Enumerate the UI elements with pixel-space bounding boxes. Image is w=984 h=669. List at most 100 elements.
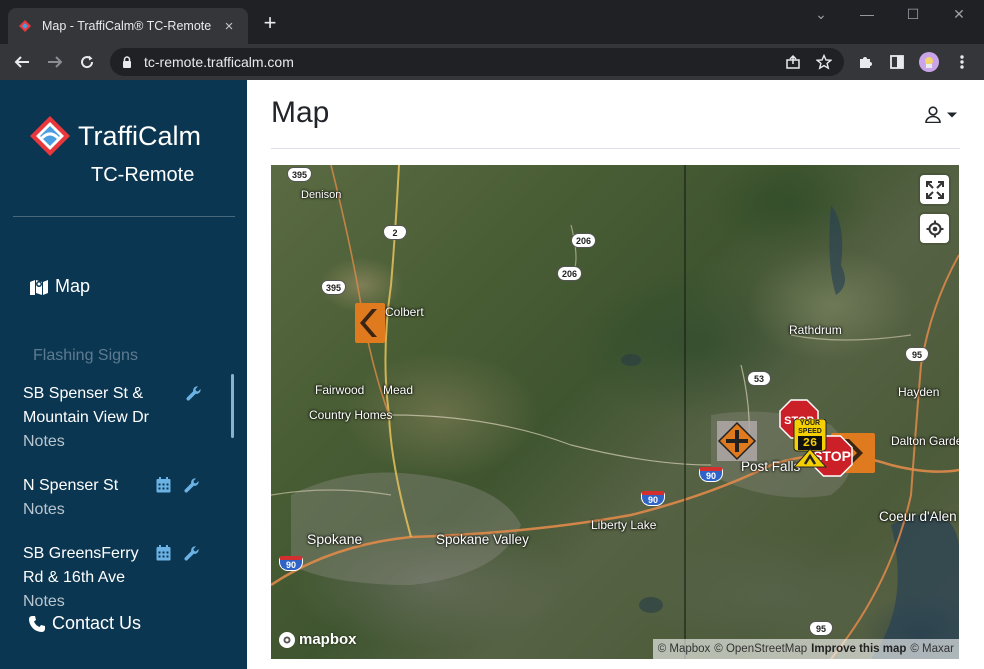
main-content: Map Denison Colbert Fairwood Mead Countr… [247,80,984,669]
user-menu-button[interactable] [925,106,958,123]
crossroad-warning-icon [717,421,757,461]
trafficalm-logo-icon [30,116,70,156]
mapbox-logo-icon [279,631,295,648]
browser-tab-strip: Map - TraffiCalm® TC-Remote × + ⌄ — ☐ ✕ [0,0,984,44]
contact-us-label: Contact Us [52,613,142,633]
route-shield: 395 [287,167,313,182]
map-label: Fairwood [315,383,365,397]
crossroad-sign-marker[interactable] [717,421,757,466]
trafficalm-favicon-icon [18,19,32,33]
browser-tab[interactable]: Map - TraffiCalm® TC-Remote × [8,8,248,44]
maximize-button[interactable]: ☐ [890,6,936,26]
forward-arrow-icon[interactable] [41,48,69,76]
wrench-icon[interactable] [184,477,200,493]
profile-avatar-icon[interactable] [916,49,942,75]
back-arrow-icon[interactable] [8,48,36,76]
extensions-puzzle-icon[interactable] [852,49,878,75]
tab-search-icon[interactable]: ⌄ [798,6,844,26]
page-title: Map [271,96,330,129]
map-icon [29,278,49,296]
map-label: Denison [301,189,342,201]
sidebar-item-label: Map [55,276,91,296]
share-icon[interactable] [780,49,806,75]
speed-sign-marker[interactable]: YOUR SPEED 26 [793,419,827,469]
route-shield: 95 [809,621,833,636]
chevron-left-sign-icon [355,303,385,343]
side-panel-icon[interactable] [884,49,910,75]
header-divider [271,148,960,149]
route-shield: 206 [557,266,583,281]
minimize-button[interactable]: — [844,6,890,26]
map-label: Coeur d'Alen [879,509,957,524]
map-attribution: © Mapbox © OpenStreetMap Improve this ma… [652,639,959,659]
speed-sign-label: YOUR [799,420,821,427]
sign-item[interactable]: SB Spenser St & Mountain View Dr Notes [23,382,223,454]
interstate-shield: 90 [641,491,665,506]
sidebar: TraffiCalm TC-Remote Map Flashing Signs … [0,80,247,669]
map-label: Spokane Valley [436,532,529,547]
sign-notes-link[interactable]: Notes [23,430,223,454]
speed-sign-label: SPEED [798,428,822,435]
sign-name-line2[interactable]: Mountain View Dr [23,406,223,430]
map-label: Dalton Garde [891,434,959,448]
sidebar-scrollbar[interactable] [231,374,234,438]
route-shield: 2 [383,225,407,240]
wrench-icon[interactable] [186,385,202,401]
crosshair-icon [926,220,943,237]
map-label: Colbert [385,305,424,319]
map-label: Country Homes [309,408,393,422]
map-label: Rathdrum [789,323,842,337]
improve-map-link[interactable]: Improve this map [811,643,906,655]
reload-icon[interactable] [73,48,101,76]
browser-menu-icon[interactable] [949,49,975,75]
attribution-osm-link[interactable]: © OpenStreetMap [714,643,807,655]
lock-icon [122,56,132,68]
product-name: TC-Remote [91,164,195,186]
calendar-icon[interactable] [156,477,171,493]
phone-icon [28,615,46,633]
map-label: Spokane [307,531,363,547]
map-label: Liberty Lake [591,518,657,532]
interstate-shield: 90 [279,556,303,571]
browser-toolbar: tc-remote.trafficalm.com [0,44,984,80]
mapbox-logo[interactable]: mapbox [279,631,357,648]
tab-title: Map - TraffiCalm® TC-Remote [42,19,212,33]
speed-value: 26 [802,436,818,450]
attribution-maxar-link[interactable]: © Maxar [910,643,954,655]
close-tab-icon[interactable]: × [220,18,238,35]
sidebar-divider [13,216,235,217]
sign-name-line2[interactable]: Rd & 16th Ave [23,566,223,590]
sidebar-item-map[interactable]: Map [29,276,90,297]
map-label: Hayden [898,385,940,399]
map-label: Mead [383,383,414,397]
fullscreen-icon [925,180,944,199]
flashing-signs-heading: Flashing Signs [33,347,138,364]
contact-us-link[interactable]: Contact Us [28,613,142,634]
user-icon [925,106,941,123]
interstate-shield: 90 [699,467,723,482]
calendar-icon[interactable] [156,545,171,561]
route-shield: 395 [321,280,347,295]
url-text: tc-remote.trafficalm.com [144,54,294,70]
brand[interactable]: TraffiCalm [30,116,201,156]
close-window-button[interactable]: ✕ [936,6,982,26]
sign-notes-link[interactable]: Notes [23,498,223,522]
geolocate-button[interactable] [920,214,949,243]
route-shield: 53 [747,371,771,386]
brand-name: TraffiCalm [78,120,202,151]
wrench-icon[interactable] [184,545,200,561]
route-shield: 95 [905,347,929,362]
route-shield: 206 [571,233,597,248]
attribution-mapbox-link[interactable]: © Mapbox [658,643,711,655]
sign-notes-link[interactable]: Notes [23,590,223,614]
bookmark-star-icon[interactable] [811,49,837,75]
new-tab-button[interactable]: + [258,12,282,36]
sign-item[interactable]: SB GreensFerry Rd & 16th Ave Notes [23,542,223,614]
caret-down-icon [947,112,957,117]
address-bar[interactable]: tc-remote.trafficalm.com [110,48,844,76]
map-canvas[interactable]: Denison Colbert Fairwood Mead Country Ho… [271,165,959,659]
sign-item[interactable]: N Spenser St Notes [23,474,223,522]
mapbox-logo-text: mapbox [299,631,357,648]
fullscreen-button[interactable] [920,175,949,204]
chevron-sign-marker[interactable] [355,303,385,348]
